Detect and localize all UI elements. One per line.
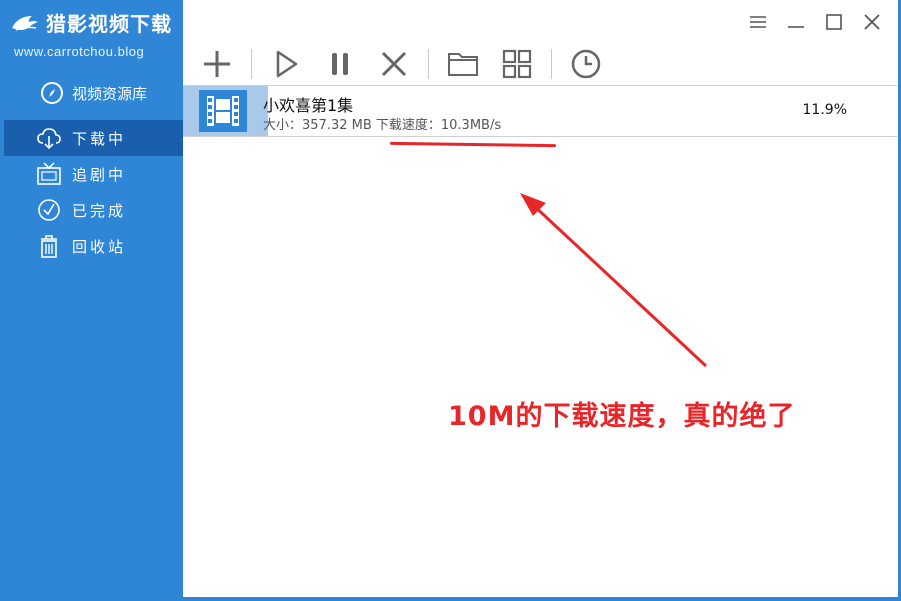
delete-button[interactable] xyxy=(374,44,414,84)
sidebar-item-downloading[interactable]: 下载中 xyxy=(4,120,183,156)
open-folder-button[interactable] xyxy=(443,44,483,84)
grid-view-button[interactable] xyxy=(497,44,537,84)
sidebar-item-completed[interactable]: 已完成 xyxy=(4,192,183,228)
minimize-icon[interactable] xyxy=(784,10,808,34)
download-meta: 大小：357.32 MB 下载速度：10.3MB/s xyxy=(263,118,502,133)
grid-icon xyxy=(502,49,532,79)
sidebar-item-following[interactable]: 追剧中 xyxy=(4,156,183,192)
tv-icon xyxy=(37,162,61,185)
download-title: 小欢喜第1集 xyxy=(263,96,354,115)
play-icon xyxy=(276,50,298,78)
play-button[interactable] xyxy=(266,44,306,84)
sidebar-item-label: 已完成 xyxy=(72,201,127,220)
add-icon xyxy=(204,51,230,77)
pause-icon xyxy=(332,53,348,75)
video-thumbnail xyxy=(199,90,247,132)
maximize-icon[interactable] xyxy=(822,10,846,34)
app-url: www.carrotchou.blog xyxy=(14,44,145,59)
close-icon[interactable] xyxy=(860,10,884,34)
annotation-text: 10M的下载速度，真的绝了 xyxy=(448,401,796,432)
window-controls xyxy=(746,10,884,34)
video-library-link[interactable]: 视频资源库 xyxy=(40,78,147,108)
film-icon xyxy=(207,96,239,126)
menu-icon[interactable] xyxy=(746,10,770,34)
toolbar-divider xyxy=(251,49,252,79)
clock-icon xyxy=(571,49,601,79)
video-library-label: 视频资源库 xyxy=(72,84,148,103)
check-circle-icon xyxy=(38,199,60,221)
toolbar-divider xyxy=(551,49,552,79)
download-percent: 11.9% xyxy=(802,102,847,118)
download-row[interactable]: 小欢喜第1集 大小：357.32 MB 下载速度：10.3MB/s 11.9% xyxy=(183,85,897,137)
sidebar-item-label: 回收站 xyxy=(72,237,127,256)
folder-icon xyxy=(448,53,478,76)
toolbar-divider xyxy=(428,49,429,79)
sidebar-item-label: 追剧中 xyxy=(72,165,127,184)
sidebar-item-label: 下载中 xyxy=(72,129,127,148)
main-panel: 小欢喜第1集 大小：357.32 MB 下载速度：10.3MB/s 11.9% xyxy=(183,0,901,601)
sidebar-item-trash[interactable]: 回收站 xyxy=(4,228,183,264)
schedule-button[interactable] xyxy=(566,44,606,84)
delete-icon xyxy=(381,51,407,77)
add-button[interactable] xyxy=(197,44,237,84)
cloud-download-icon xyxy=(37,128,61,150)
app-title: 猎影视频下载 xyxy=(46,11,172,36)
toolbar xyxy=(197,44,620,84)
trash-icon xyxy=(41,235,57,258)
compass-icon xyxy=(41,82,63,104)
brand: 猎影视频下载 xyxy=(10,8,172,36)
logo-icon xyxy=(12,16,38,31)
sidebar: 猎影视频下载 www.carrotchou.blog 视频资源库 下载中 追剧中 xyxy=(0,0,183,601)
sidebar-nav: 下载中 追剧中 已完成 回收站 xyxy=(4,120,183,264)
pause-button[interactable] xyxy=(320,44,360,84)
